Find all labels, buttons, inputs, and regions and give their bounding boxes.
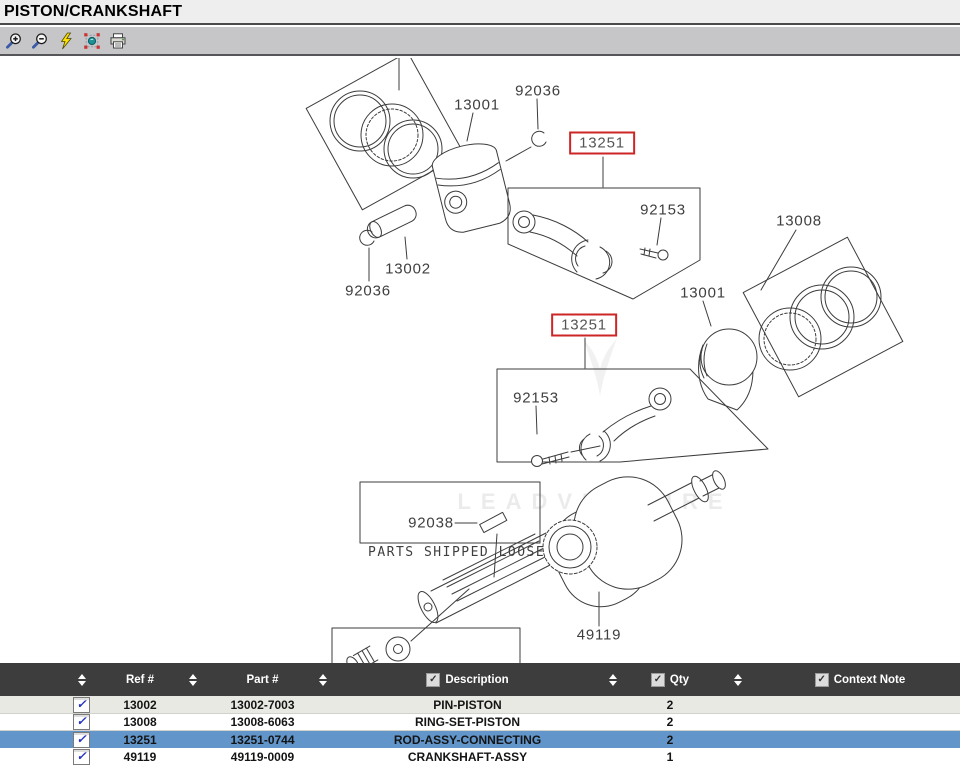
watermark-logo — [583, 338, 617, 397]
table-row-13251-selected[interactable]: ✓ 13251 13251-0744 ROD-ASSY-CONNECTING 2 — [0, 731, 960, 748]
cell-ref: 49119 — [110, 750, 170, 764]
part-label-92153b[interactable]: 92153 — [513, 390, 559, 407]
part-label-13002[interactable]: 13002 — [385, 261, 431, 278]
part-label-49119[interactable]: 49119 — [577, 627, 622, 644]
part-label-92036b[interactable]: 92036 — [345, 283, 391, 300]
table-row-13008[interactable]: ✓ 13008 13008-6063 RING-SET-PISTON 2 — [0, 714, 960, 731]
part-label-13001b[interactable]: 13001 — [680, 285, 726, 302]
qty-checkbox[interactable]: ✓ — [651, 673, 665, 687]
table-row-13002[interactable]: ✓ 13002 13002-7003 PIN-PISTON 2 — [0, 696, 960, 714]
diagram-canvas[interactable]: LEADVENTURE — [0, 58, 960, 663]
col-header-qty[interactable]: ✓Qty — [625, 673, 715, 687]
col-header-ref[interactable]: Ref # — [110, 674, 170, 686]
part-label-92153a[interactable]: 92153 — [640, 202, 686, 219]
cell-description: ROD-ASSY-CONNECTING — [335, 733, 600, 747]
diagram-linework — [0, 58, 960, 663]
sort-description-column[interactable] — [609, 674, 617, 686]
cell-ref: 13008 — [110, 715, 170, 729]
part-label-13008[interactable]: 13008 — [776, 213, 822, 230]
zoom-in-icon — [5, 32, 23, 50]
print-button[interactable] — [108, 31, 128, 51]
flash-icon — [57, 32, 75, 50]
cell-part: 13251-0744 — [215, 733, 310, 747]
parts-shipped-loose-label: PARTS SHIPPED LOOSE — [368, 545, 545, 560]
sort-ref-column[interactable] — [189, 674, 197, 686]
flash-button[interactable] — [56, 31, 76, 51]
description-checkbox[interactable]: ✓ — [426, 673, 440, 687]
cell-qty: 1 — [625, 750, 715, 764]
table-header: Ref # Part # ✓Description ✓Qty ✓Context … — [0, 663, 960, 696]
cell-description: PIN-PISTON — [335, 698, 600, 712]
table-row-49119[interactable]: ✓ 49119 49119-0009 CRANKSHAFT-ASSY 1 — [0, 748, 960, 766]
sort-select-column[interactable] — [78, 674, 86, 686]
cell-qty: 2 — [625, 733, 715, 747]
hotspots-icon — [83, 32, 101, 50]
part-label-13001a[interactable]: 13001 — [454, 97, 500, 114]
row-select-icon[interactable]: ✓ — [73, 732, 90, 748]
cell-description: CRANKSHAFT-ASSY — [335, 750, 600, 764]
diagram-toolbar — [0, 27, 960, 56]
hotspots-button[interactable] — [82, 31, 102, 51]
cell-qty: 2 — [625, 715, 715, 729]
row-select-icon[interactable]: ✓ — [73, 749, 90, 765]
print-icon — [109, 32, 127, 50]
part-label-13251a-highlighted[interactable]: 13251 — [569, 132, 635, 155]
row-select-icon[interactable]: ✓ — [73, 697, 90, 713]
parts-catalog-app: PISTON/CRANKSHAFT — [0, 0, 960, 758]
title-bar: PISTON/CRANKSHAFT — [0, 0, 960, 25]
row-select-icon[interactable]: ✓ — [73, 714, 90, 730]
sort-part-column[interactable] — [319, 674, 327, 686]
page-title: PISTON/CRANKSHAFT — [0, 0, 960, 21]
zoom-in-button[interactable] — [4, 31, 24, 51]
context-note-checkbox[interactable]: ✓ — [815, 673, 829, 687]
sort-qty-column[interactable] — [734, 674, 742, 686]
cell-description: RING-SET-PISTON — [335, 715, 600, 729]
cell-part: 49119-0009 — [215, 750, 310, 764]
col-header-description[interactable]: ✓Description — [335, 673, 600, 687]
cell-ref: 13251 — [110, 733, 170, 747]
part-label-92036a[interactable]: 92036 — [515, 83, 561, 100]
cell-ref: 13002 — [110, 698, 170, 712]
cell-part: 13002-7003 — [215, 698, 310, 712]
parts-table: Ref # Part # ✓Description ✓Qty ✓Context … — [0, 663, 960, 766]
part-label-92038[interactable]: 92038 — [408, 515, 454, 532]
part-label-13251b-highlighted[interactable]: 13251 — [551, 314, 617, 337]
zoom-out-button[interactable] — [30, 31, 50, 51]
col-header-part[interactable]: Part # — [215, 674, 310, 686]
cell-qty: 2 — [625, 698, 715, 712]
zoom-out-icon — [31, 32, 49, 50]
col-header-context-note[interactable]: ✓Context Note — [760, 673, 960, 687]
cell-part: 13008-6063 — [215, 715, 310, 729]
